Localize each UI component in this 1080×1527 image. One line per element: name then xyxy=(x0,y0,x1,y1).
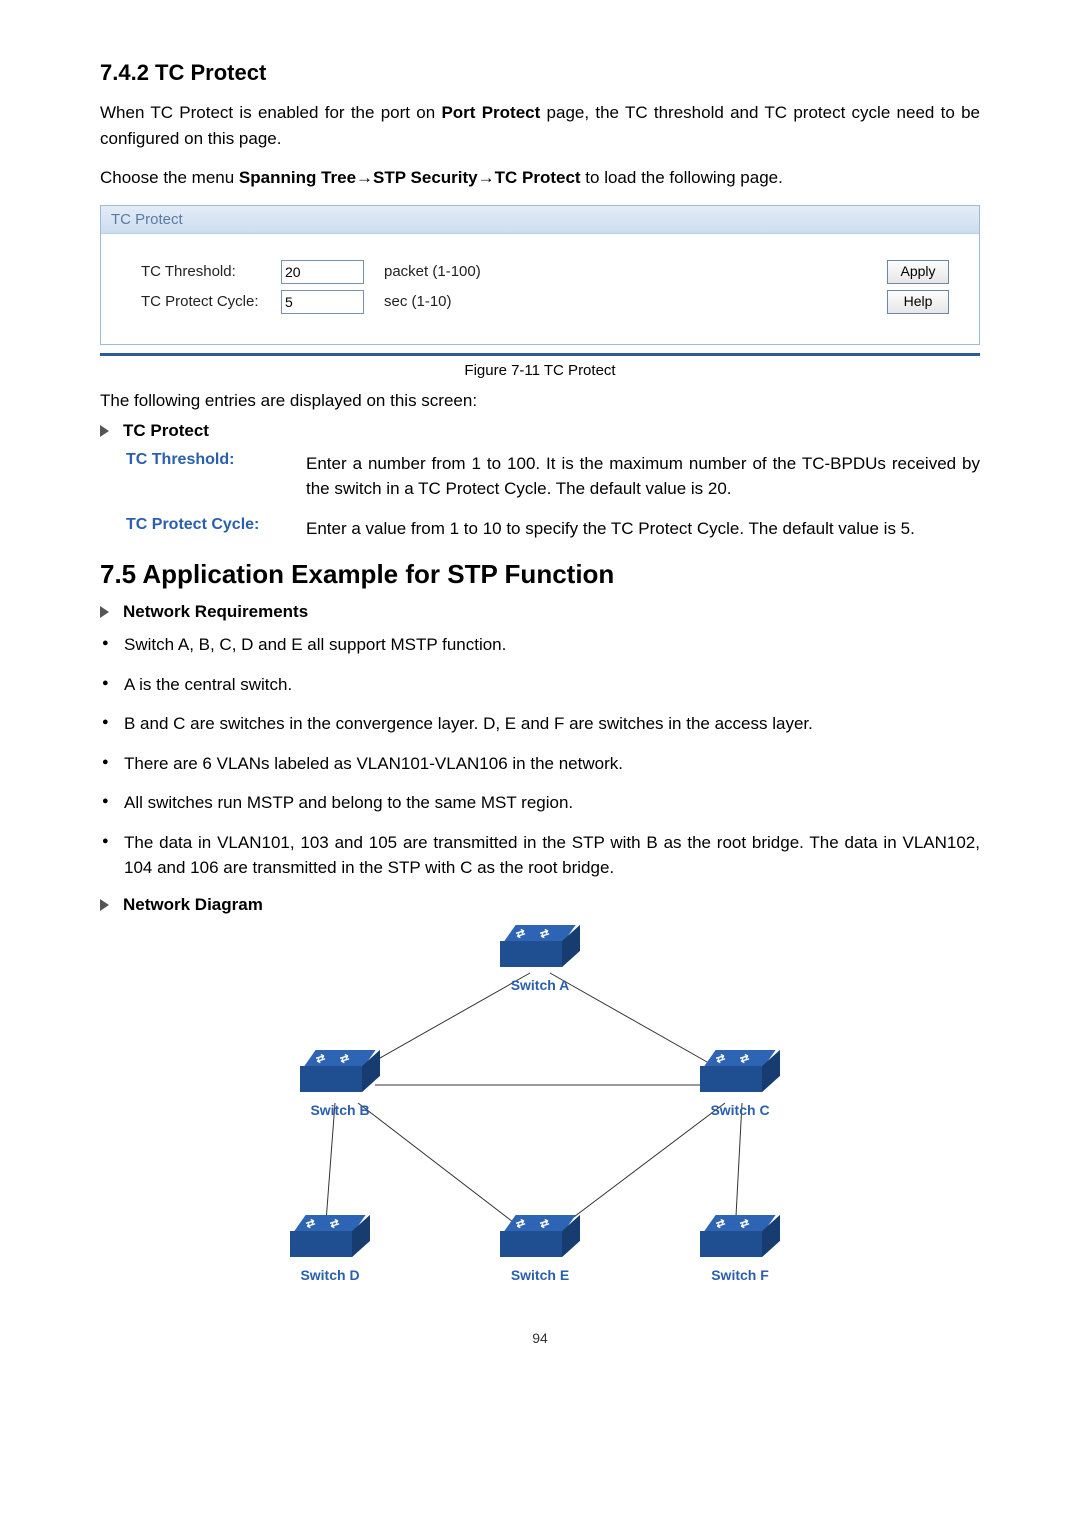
req-item: The data in VLAN101, 103 and 105 are tra… xyxy=(100,830,980,881)
panel-title: TC Protect xyxy=(101,206,979,234)
panel-divider xyxy=(100,353,980,356)
def-desc-cycle: Enter a value from 1 to 10 to specify th… xyxy=(306,516,980,542)
heading-7-5: 7.5 Application Example for STP Function xyxy=(100,559,980,590)
network-diagram: ⇄ ⇄ Switch A ⇄ ⇄ Switch B ⇄ ⇄ Switch C xyxy=(280,925,800,1305)
switch-icon: ⇄ ⇄ xyxy=(700,1215,780,1263)
bold-port-protect: Port Protect xyxy=(441,103,540,122)
triangle-icon xyxy=(100,899,109,911)
tc-protect-panel: TC Protect TC Threshold: packet (1-100) … xyxy=(100,205,980,345)
def-term-threshold: TC Threshold: xyxy=(126,451,306,502)
req-item: A is the central switch. xyxy=(100,672,980,698)
tc-protect-cycle-input[interactable] xyxy=(281,290,364,314)
switch-f-label: Switch F xyxy=(690,1267,790,1283)
req-item: All switches run MSTP and belong to the … xyxy=(100,790,980,816)
switch-d: ⇄ ⇄ Switch D xyxy=(280,1215,380,1283)
switch-icon: ⇄ ⇄ xyxy=(700,1050,780,1098)
triangle-icon xyxy=(100,606,109,618)
switch-c: ⇄ ⇄ Switch C xyxy=(690,1050,790,1118)
entries-heading: TC Protect xyxy=(123,421,209,441)
switch-e-label: Switch E xyxy=(490,1267,590,1283)
menu-para-suffix: to load the following page. xyxy=(581,168,783,187)
switch-icon: ⇄ ⇄ xyxy=(500,925,580,973)
tc-threshold-hint: packet (1-100) xyxy=(384,263,481,280)
def-desc-threshold: Enter a number from 1 to 100. It is the … xyxy=(306,451,980,502)
switch-icon: ⇄ ⇄ xyxy=(300,1050,380,1098)
menu-path-bold: Spanning Tree→STP Security→TC Protect xyxy=(239,168,581,187)
switch-a: ⇄ ⇄ Switch A xyxy=(490,925,590,993)
tc-threshold-input[interactable] xyxy=(281,260,364,284)
switch-d-label: Switch D xyxy=(280,1267,380,1283)
entries-intro: The following entries are displayed on t… xyxy=(100,391,980,411)
tc-protect-cycle-hint: sec (1-10) xyxy=(384,293,452,310)
menu-path-paragraph: Choose the menu Spanning Tree→STP Securi… xyxy=(100,165,980,191)
requirements-list: Switch A, B, C, D and E all support MSTP… xyxy=(100,632,980,881)
help-button[interactable]: Help xyxy=(887,290,949,314)
menu-para-prefix: Choose the menu xyxy=(100,168,239,187)
tc-protect-cycle-label: TC Protect Cycle: xyxy=(141,293,281,310)
triangle-icon xyxy=(100,425,109,437)
network-diagram-heading: Network Diagram xyxy=(123,895,263,915)
switch-c-label: Switch C xyxy=(690,1102,790,1118)
heading-7-4-2: 7.4.2 TC Protect xyxy=(100,60,980,86)
switch-f: ⇄ ⇄ Switch F xyxy=(690,1215,790,1283)
def-term-cycle: TC Protect Cycle: xyxy=(126,516,306,542)
tc-threshold-label: TC Threshold: xyxy=(141,263,281,280)
req-item: Switch A, B, C, D and E all support MSTP… xyxy=(100,632,980,658)
figure-caption: Figure 7-11 TC Protect xyxy=(100,362,980,379)
intro-paragraph: When TC Protect is enabled for the port … xyxy=(100,100,980,151)
req-item: There are 6 VLANs labeled as VLAN101-VLA… xyxy=(100,751,980,777)
req-item: B and C are switches in the convergence … xyxy=(100,711,980,737)
network-requirements-heading: Network Requirements xyxy=(123,602,308,622)
switch-b: ⇄ ⇄ Switch B xyxy=(290,1050,390,1118)
switch-icon: ⇄ ⇄ xyxy=(500,1215,580,1263)
switch-a-label: Switch A xyxy=(490,977,590,993)
apply-button[interactable]: Apply xyxy=(887,260,949,284)
switch-e: ⇄ ⇄ Switch E xyxy=(490,1215,590,1283)
switch-b-label: Switch B xyxy=(290,1102,390,1118)
page-number: 94 xyxy=(100,1330,980,1346)
switch-icon: ⇄ ⇄ xyxy=(290,1215,370,1263)
